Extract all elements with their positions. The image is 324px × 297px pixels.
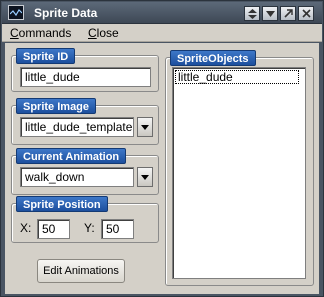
- menu-close[interactable]: Close: [88, 26, 119, 40]
- current-animation-dropdown-icon[interactable]: [137, 167, 153, 187]
- minimize-icon[interactable]: [262, 6, 278, 21]
- close-icon[interactable]: [298, 6, 314, 21]
- x-position-input[interactable]: 50: [37, 219, 70, 239]
- current-animation-title: Current Animation: [16, 148, 127, 164]
- current-animation-group: Current Animation walk_down: [11, 148, 159, 195]
- sprite-image-group: Sprite Image little_dude_template: [11, 98, 159, 145]
- maximize-icon[interactable]: [280, 6, 296, 21]
- y-position-input[interactable]: 50: [101, 219, 134, 239]
- title-bar[interactable]: Sprite Data: [2, 2, 322, 24]
- current-animation-select[interactable]: walk_down: [20, 167, 134, 187]
- sprite-objects-group: SpriteObjects little_dude: [165, 50, 314, 286]
- edit-animations-button[interactable]: Edit Animations: [37, 259, 125, 283]
- sprite-id-input[interactable]: little_dude: [20, 67, 151, 87]
- sprite-id-group: Sprite ID little_dude: [11, 48, 159, 92]
- x-label: X:: [20, 221, 32, 235]
- sprite-objects-list[interactable]: little_dude: [172, 67, 306, 279]
- window-title: Sprite Data: [34, 6, 98, 20]
- sprite-id-title: Sprite ID: [16, 48, 76, 64]
- app-icon: [8, 5, 24, 20]
- menu-commands[interactable]: Commands: [10, 26, 71, 40]
- y-label: Y:: [84, 221, 95, 235]
- sprite-data-window: Sprite Data Commands Close Sprite ID lit…: [0, 0, 324, 297]
- menu-bar: Commands Close: [2, 24, 322, 42]
- sprite-position-title: Sprite Position: [16, 196, 108, 212]
- client-area: Sprite ID little_dude Sprite Image littl…: [5, 43, 319, 294]
- scroll-up-down-icon[interactable]: [244, 6, 260, 21]
- sprite-image-dropdown-icon[interactable]: [137, 117, 153, 137]
- sprite-image-select[interactable]: little_dude_template: [20, 117, 134, 137]
- list-item[interactable]: little_dude: [175, 70, 299, 84]
- sprite-image-title: Sprite Image: [16, 98, 97, 114]
- sprite-objects-title: SpriteObjects: [170, 50, 256, 66]
- sprite-position-group: Sprite Position X: 50 Y: 50: [11, 196, 159, 243]
